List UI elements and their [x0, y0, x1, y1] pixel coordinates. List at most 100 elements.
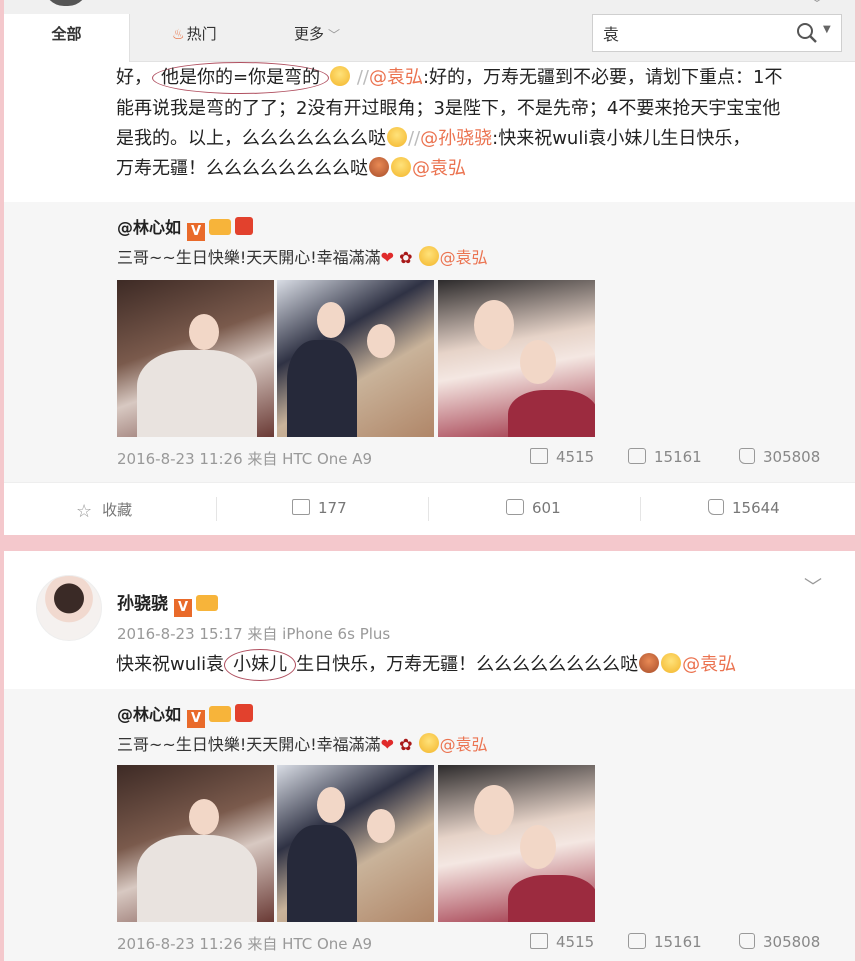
quoted-author-name[interactable]: @林心如 [117, 218, 181, 237]
photo-thumbnail[interactable] [277, 765, 434, 922]
like-label: 15644 [732, 499, 780, 517]
forward-count-value: 4515 [556, 448, 595, 466]
smile-emoji-icon [661, 653, 682, 673]
post-body: 快来祝wuli袁 小妹儿 生日快乐，万寿无疆！么么么么么么么么哒 @袁弘 [116, 649, 836, 681]
chevron-down-icon[interactable]: ﹀ [810, 0, 824, 14]
comment-icon [506, 499, 524, 515]
favorite-button[interactable]: ☆ 收藏 [76, 499, 132, 522]
verified-badge-icon: V [187, 223, 206, 241]
forward-count[interactable]: 4515 [530, 448, 594, 466]
tab-more[interactable]: 更多 ﹀ [294, 14, 340, 62]
text-segment: :快来祝wuli袁小妹儿生日快乐， [492, 128, 751, 149]
divider [640, 497, 641, 521]
photo-thumbnail[interactable] [438, 765, 595, 922]
like-count[interactable]: 305808 [739, 448, 820, 466]
gift-badge-icon [235, 704, 254, 722]
heart-icon: ❤ [380, 248, 395, 267]
member-badge-icon [209, 219, 232, 235]
quoted-text: 三哥~~生日快樂!天天開心!幸福滿滿❤ ✿ @袁弘 [117, 731, 488, 755]
mention-link[interactable]: @袁弘 [412, 158, 466, 179]
post-line-3: 是我的。以上，么么么么么么么哒 //@孙骁骁:快来祝wuli袁小妹儿生日快乐， [116, 124, 836, 154]
comment-count-value: 15161 [654, 933, 702, 951]
search-input[interactable] [603, 21, 783, 45]
comment-count-value: 15161 [654, 448, 702, 466]
forward-count[interactable]: 4515 [530, 933, 594, 951]
quoted-author-name[interactable]: @林心如 [117, 705, 181, 724]
post-timestamp: 2016-8-23 15:17 来自 iPhone 6s Plus [117, 625, 391, 643]
forward-label: 177 [318, 499, 347, 517]
quoted-text-body: 三哥~~生日快樂!天天開心!幸福滿滿 [117, 735, 381, 754]
quoted-text: 三哥~~生日快樂!天天開心!幸福滿滿❤ ✿ @袁弘 [117, 244, 488, 268]
like-button[interactable]: 15644 [708, 499, 780, 517]
circled-text: 他是你的=你是弯的 [152, 62, 330, 94]
post-body: 好， 他是你的=你是弯的 //@袁弘:好的，万寿无疆到不必要，请划下重点：1不 能… [116, 62, 836, 184]
quoted-post: @林心如 V 三哥~~生日快樂!天天開心!幸福滿滿❤ ✿ @袁弘 2016-8-2… [4, 202, 855, 482]
quoted-author[interactable]: @林心如 V [117, 214, 254, 241]
thumbs-up-icon [708, 499, 724, 515]
text-segment: 生日快乐，万寿无疆！么么么么么么么么哒 [296, 654, 639, 675]
mention-link[interactable]: @袁弘 [440, 735, 488, 754]
post-line-4: 万寿无疆！么么么么么么么么哒 @袁弘 [116, 154, 836, 184]
photo-thumbnail[interactable] [117, 280, 274, 437]
text-segment: :好的，万寿无疆到不必要，请划下重点：1不 [422, 67, 783, 88]
smile-emoji-icon [418, 733, 439, 753]
divider [428, 497, 429, 521]
rose-icon: ✿ [399, 735, 413, 754]
mention-link[interactable]: @袁弘 [440, 248, 488, 267]
smile-emoji-icon [391, 157, 411, 177]
tab-hot-label: 热门 [186, 25, 217, 43]
search-icon[interactable] [795, 21, 819, 45]
quoted-author[interactable]: @林心如 V [117, 701, 254, 728]
caret-down-icon[interactable]: ▼ [823, 24, 831, 35]
forward-icon [292, 499, 310, 515]
weibo-card-top: 全部 ♨热门 更多﹀ ﹀ ▼ 好，他是你的=你是弯的 //@袁弘:好的，万寿无疆… [4, 0, 855, 535]
text-segment: 好， [116, 67, 152, 88]
tab-bar: 全部 ♨热门 更多﹀ ﹀ ▼ [4, 0, 855, 62]
comment-count[interactable]: 15161 [628, 933, 702, 951]
mention-link[interactable]: @袁弘 [682, 654, 736, 675]
quoted-text-body: 三哥~~生日快樂!天天開心!幸福滿滿 [117, 248, 381, 267]
member-badge-icon [209, 706, 232, 722]
quoted-timestamp: 2016-8-23 11:26 来自 HTC One A9 [117, 450, 373, 468]
forward-button[interactable]: 177 [292, 499, 347, 517]
chevron-down-icon[interactable]: ﹀ [804, 573, 822, 599]
forward-icon [530, 933, 548, 949]
comment-icon [628, 933, 646, 949]
star-icon: ☆ [76, 501, 93, 522]
tab-more-label: 更多 [294, 25, 325, 43]
circled-text: 小妹儿 [224, 649, 297, 681]
like-count-value: 305808 [763, 448, 821, 466]
comment-label: 601 [532, 499, 561, 517]
thumbs-up-icon [739, 933, 755, 949]
comment-count[interactable]: 15161 [628, 448, 702, 466]
forward-icon [530, 448, 548, 464]
comment-icon [628, 448, 646, 464]
quoted-post: @林心如 V 三哥~~生日快樂!天天開心!幸福滿滿❤ ✿ @袁弘 2016-8-2… [4, 689, 855, 961]
mention-link[interactable]: @袁弘 [369, 67, 423, 88]
tab-all[interactable]: 全部 [4, 14, 130, 62]
like-count[interactable]: 305808 [739, 933, 820, 951]
gift-badge-icon [235, 217, 254, 235]
search-box: ▼ [592, 14, 842, 52]
verified-badge-icon: V [187, 710, 206, 728]
post-line-1: 好， 他是你的=你是弯的 //@袁弘:好的，万寿无疆到不必要，请划下重点：1不 [116, 62, 836, 94]
verified-badge-icon: V [174, 599, 192, 617]
tab-hot[interactable]: ♨ 热门 [172, 14, 217, 62]
divider [216, 497, 217, 521]
smile-emoji-icon [418, 246, 439, 266]
mention-link[interactable]: @孙骁骁 [420, 128, 492, 149]
smile-emoji-icon [387, 127, 407, 147]
thumbs-up-icon [739, 448, 755, 464]
smile-emoji-icon [330, 66, 351, 86]
post-author[interactable]: 孙骁骁 V [117, 589, 218, 617]
photo-thumbnail[interactable] [117, 765, 274, 922]
photo-thumbnail[interactable] [277, 280, 434, 437]
chevron-down-icon: ﹀ [328, 28, 341, 42]
text-segment: 万寿无疆！么么么么么么么么哒 [116, 158, 368, 179]
forward-count-value: 4515 [556, 933, 595, 951]
comment-button[interactable]: 601 [506, 499, 561, 517]
text-segment: 是我的。以上，么么么么么么么哒 [116, 128, 386, 149]
photo-thumbnail[interactable] [438, 280, 595, 437]
avatar[interactable] [36, 575, 102, 641]
post-author-name[interactable]: 孙骁骁 [117, 594, 168, 614]
